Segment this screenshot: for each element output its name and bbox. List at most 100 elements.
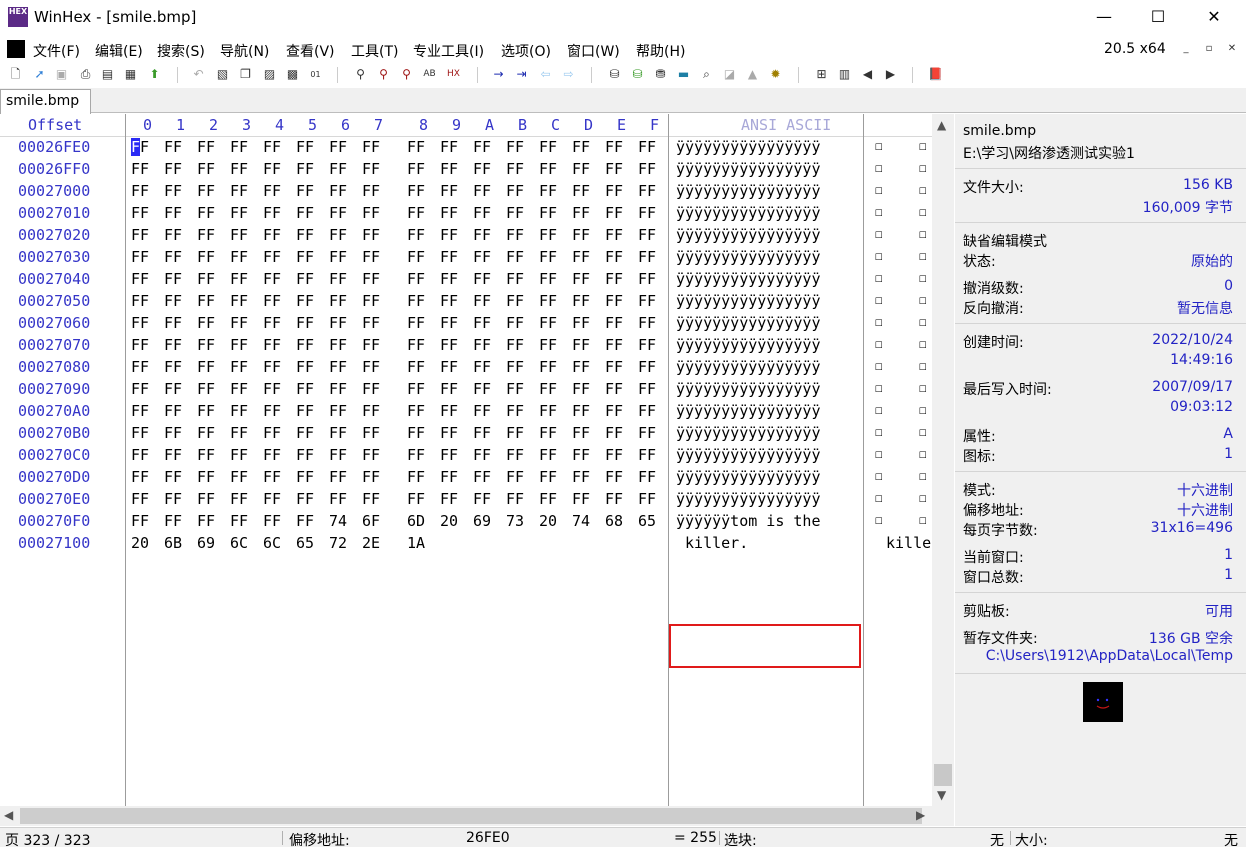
offset-cell[interactable]: 00027030 <box>18 248 90 266</box>
hex-byte-cell[interactable]: FF <box>638 468 656 486</box>
hex-byte-cell[interactable]: FF <box>296 468 314 486</box>
offset-cell[interactable]: 00027000 <box>18 182 90 200</box>
hex-byte-cell[interactable]: FF <box>197 358 215 376</box>
hex-byte-cell[interactable]: FF <box>362 446 380 464</box>
hex-byte-cell[interactable]: FF <box>230 204 248 222</box>
hex-byte-cell[interactable]: FF <box>440 314 458 332</box>
hex-byte-cell[interactable]: FF <box>131 424 149 442</box>
hex-byte-cell[interactable]: FF <box>572 204 590 222</box>
hex-byte-cell[interactable]: FF <box>440 292 458 310</box>
hex-byte-cell[interactable]: FF <box>473 380 491 398</box>
hex-byte-cell[interactable]: 74 <box>572 512 590 530</box>
hex-byte-cell[interactable]: 69 <box>197 534 215 552</box>
hex-byte-cell[interactable]: FF <box>131 226 149 244</box>
open-disk-icon[interactable]: ⛁ <box>606 66 623 83</box>
hex-byte-cell[interactable]: FF <box>164 248 182 266</box>
goto-sector-icon[interactable]: ⇥ <box>513 66 530 83</box>
hex-byte-cell[interactable]: FF <box>539 270 557 288</box>
hex-byte-cell[interactable]: FF <box>131 160 149 178</box>
previous-block-icon[interactable]: ◀ <box>859 66 876 83</box>
hex-byte-cell[interactable]: FF <box>230 314 248 332</box>
mdi-minimize-button[interactable]: _ <box>1176 40 1196 58</box>
hex-byte-cell[interactable]: FF <box>638 138 656 156</box>
hex-byte-cell[interactable]: FF <box>164 380 182 398</box>
hex-byte-cell[interactable]: FF <box>506 358 524 376</box>
hex-byte-cell[interactable]: FF <box>296 182 314 200</box>
hex-byte-cell[interactable]: FF <box>572 138 590 156</box>
hex-byte-cell[interactable]: FF <box>539 138 557 156</box>
hex-byte-cell[interactable]: FF <box>506 292 524 310</box>
hex-byte-cell[interactable]: FF <box>230 446 248 464</box>
disk-plus-icon[interactable]: ⛁ <box>629 66 646 83</box>
hex-byte-cell[interactable]: FF <box>539 292 557 310</box>
hex-byte-cell[interactable]: FF <box>263 270 281 288</box>
hex-byte-cell[interactable]: FF <box>605 248 623 266</box>
hex-byte-cell[interactable]: FF <box>329 336 347 354</box>
hex-byte-cell[interactable]: FF <box>263 380 281 398</box>
hex-byte-cell[interactable]: FF <box>164 446 182 464</box>
hex-byte-cell[interactable]: FF <box>197 446 215 464</box>
hex-byte-cell[interactable]: FF <box>473 468 491 486</box>
hex-byte-cell[interactable]: FF <box>605 160 623 178</box>
hex-byte-cell[interactable]: FF <box>362 490 380 508</box>
hex-byte-cell[interactable]: FF <box>230 424 248 442</box>
ascii-cell[interactable]: ÿÿÿÿÿÿtom is the <box>676 512 821 530</box>
document-system-icon[interactable] <box>7 40 25 58</box>
ascii-cell[interactable]: ÿÿÿÿÿÿÿÿÿÿÿÿÿÿÿÿ <box>676 314 821 332</box>
hex-byte-cell[interactable]: FF <box>131 380 149 398</box>
hex-byte-cell[interactable]: FF <box>506 402 524 420</box>
properties-icon[interactable]: ▦ <box>122 66 139 83</box>
hex-byte-cell[interactable]: FF <box>407 204 425 222</box>
ascii-cell[interactable]: ÿÿÿÿÿÿÿÿÿÿÿÿÿÿÿÿ <box>676 248 821 266</box>
hex-byte-cell[interactable]: FF <box>263 292 281 310</box>
hex-byte-cell[interactable]: FF <box>638 446 656 464</box>
ascii-cell[interactable]: ÿÿÿÿÿÿÿÿÿÿÿÿÿÿÿÿ <box>676 380 821 398</box>
hex-byte-cell[interactable]: FF <box>539 226 557 244</box>
binary-icon[interactable]: 01 <box>307 66 324 83</box>
find-next-icon[interactable]: HX <box>445 66 462 83</box>
hex-byte-cell[interactable]: FF <box>605 468 623 486</box>
hex-byte-cell[interactable]: FF <box>605 446 623 464</box>
hex-byte-cell[interactable]: FF <box>230 402 248 420</box>
hex-byte-cell[interactable]: FF <box>572 160 590 178</box>
ascii-cell[interactable]: ÿÿÿÿÿÿÿÿÿÿÿÿÿÿÿÿ <box>676 160 821 178</box>
hex-byte-cell[interactable]: FF <box>263 182 281 200</box>
hex-byte-cell[interactable]: FF <box>296 380 314 398</box>
hex-byte-cell[interactable]: FF <box>572 468 590 486</box>
hex-byte-cell[interactable]: FF <box>440 446 458 464</box>
hex-byte-cell[interactable]: FF <box>164 336 182 354</box>
hex-byte-cell[interactable]: FF <box>572 336 590 354</box>
menu-edit[interactable]: 编辑(E) <box>95 41 143 61</box>
ascii-cell[interactable]: ÿÿÿÿÿÿÿÿÿÿÿÿÿÿÿÿ <box>676 358 821 376</box>
hex-byte-cell[interactable]: FF <box>473 270 491 288</box>
print-preview-icon[interactable]: ▤ <box>99 66 116 83</box>
hex-byte-cell[interactable]: FF <box>638 314 656 332</box>
hex-byte-cell[interactable]: FF <box>506 314 524 332</box>
vertical-scrollbar[interactable]: ▲ ▼ <box>932 114 954 806</box>
hex-byte-cell[interactable]: FF <box>263 138 281 156</box>
menu-tools[interactable]: 工具(T) <box>351 41 398 61</box>
hex-byte-cell[interactable]: FF <box>506 380 524 398</box>
hex-byte-cell[interactable]: FF <box>572 490 590 508</box>
hex-byte-cell[interactable]: FF <box>362 182 380 200</box>
scroll-left-icon[interactable]: ◀ <box>4 808 13 822</box>
hex-byte-cell[interactable]: FF <box>407 402 425 420</box>
minimize-button[interactable]: — <box>1076 0 1132 36</box>
hex-byte-cell[interactable]: FF <box>539 182 557 200</box>
hex-byte-cell[interactable]: FF <box>638 182 656 200</box>
scroll-down-icon[interactable]: ▼ <box>937 788 946 802</box>
hex-byte-cell[interactable]: FF <box>164 402 182 420</box>
hex-byte-cell[interactable]: FF <box>407 226 425 244</box>
maximize-button[interactable]: ☐ <box>1130 0 1186 36</box>
ascii-cell[interactable]: ÿÿÿÿÿÿÿÿÿÿÿÿÿÿÿÿ <box>676 204 821 222</box>
next-block-icon[interactable]: ▶ <box>882 66 899 83</box>
hex-byte-cell[interactable]: FF <box>605 182 623 200</box>
hex-byte-cell[interactable]: FF <box>572 314 590 332</box>
upload-icon[interactable]: ⬆ <box>146 66 163 83</box>
hex-byte-cell[interactable]: FF <box>407 380 425 398</box>
hex-byte-cell[interactable]: FF <box>329 182 347 200</box>
scroll-right-icon[interactable]: ▶ <box>916 808 925 822</box>
hex-byte-cell[interactable]: FF <box>440 160 458 178</box>
horizontal-scroll-thumb[interactable] <box>20 808 922 824</box>
hex-byte-cell[interactable]: FF <box>440 402 458 420</box>
